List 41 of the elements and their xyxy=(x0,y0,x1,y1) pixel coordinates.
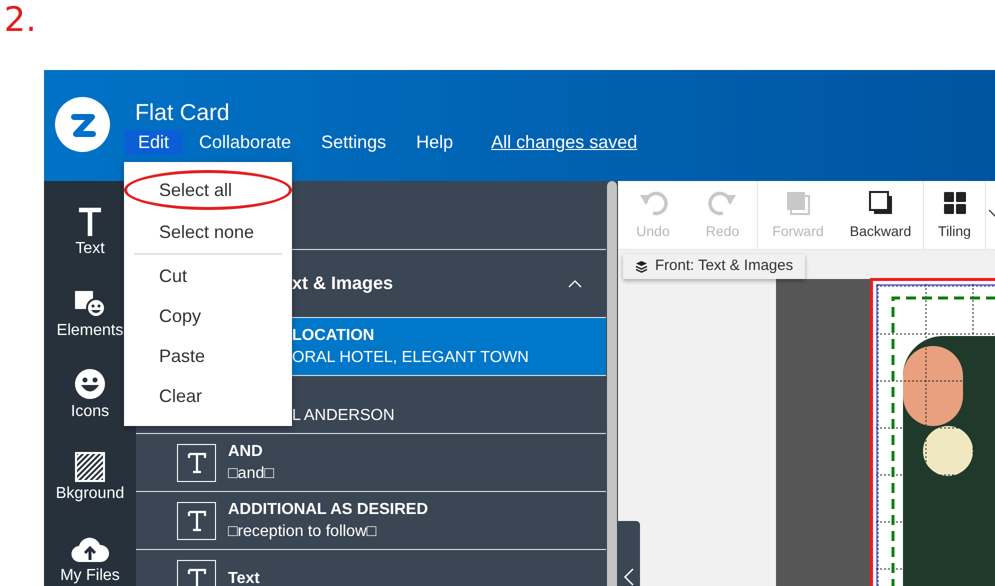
annotation-label: 2. xyxy=(4,0,36,40)
rail-button[interactable]: My Files xyxy=(60,524,120,586)
shapes-icon xyxy=(72,288,107,319)
collapse-button[interactable] xyxy=(618,521,640,586)
document-title: Flat Card xyxy=(135,98,231,126)
layer-title: Text xyxy=(228,568,260,586)
redo-icon xyxy=(708,188,738,216)
menu-option[interactable]: Select none xyxy=(124,212,292,252)
scrollbar[interactable] xyxy=(606,181,618,586)
rail-button[interactable]: Icons xyxy=(70,360,110,422)
layer-text: □and□ xyxy=(228,464,274,484)
side-tab[interactable]: Front: Text & Images xyxy=(623,254,806,279)
menu-item[interactable]: Collaborate xyxy=(185,130,306,155)
chevron-left-icon xyxy=(623,567,635,586)
layer-title: ADDITIONAL AS DESIRED xyxy=(228,500,428,520)
text-layer-icon xyxy=(177,444,216,482)
text-icon xyxy=(77,206,103,237)
save-status-link[interactable]: All changes saved xyxy=(491,130,638,155)
menu-item[interactable]: Edit xyxy=(124,130,184,155)
layer-text: L ANDERSON xyxy=(292,406,395,426)
menu-item[interactable]: Settings xyxy=(307,130,400,155)
layers-icon xyxy=(635,260,648,273)
backward-button[interactable]: Backward xyxy=(838,181,923,249)
smiley-icon xyxy=(74,368,106,400)
layer-title: LOCATION xyxy=(292,326,376,346)
layer-row[interactable]: AND □and□ xyxy=(136,434,606,492)
rail-button[interactable]: Elements xyxy=(56,278,124,341)
layer-row[interactable]: ADDITIONAL AS DESIRED □reception to follow□ xyxy=(136,492,606,550)
tiling-button[interactable]: Tiling xyxy=(923,181,985,249)
text-layer-icon xyxy=(177,502,216,540)
menu-option[interactable]: Select all xyxy=(124,170,292,210)
undo-icon xyxy=(638,188,668,216)
layer-text: ORAL HOTEL, ELEGANT TOWN xyxy=(292,348,529,368)
layer-text: □reception to follow□ xyxy=(228,522,378,542)
layer-title: AND xyxy=(228,442,264,462)
stacked-squares-icon xyxy=(868,188,894,216)
hatched-square-icon xyxy=(75,452,105,482)
rail-button[interactable]: Bkground xyxy=(56,442,124,504)
menu-item[interactable]: Help xyxy=(402,130,468,155)
rail-button[interactable]: Text xyxy=(75,197,105,259)
cloud-upload-icon xyxy=(71,536,109,564)
